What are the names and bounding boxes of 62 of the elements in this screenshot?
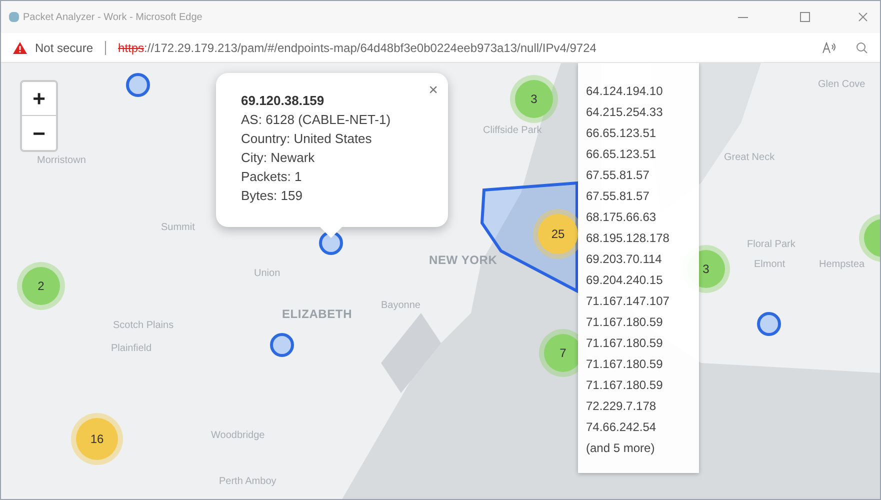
location-marker[interactable] xyxy=(270,333,294,357)
ip-address: 69.204.240.15 xyxy=(586,272,664,289)
popup-line: Packets: 1 xyxy=(241,168,303,186)
place-label: Morristown xyxy=(37,154,86,168)
ip-address: 66.65.123.51 xyxy=(586,146,658,163)
popup-line: AS: 6128 (CABLE-NET-1) xyxy=(241,111,392,129)
location-marker[interactable] xyxy=(757,312,781,336)
window-title: Packet Analyzer - Work - Microsoft Edge xyxy=(23,10,202,24)
close-icon[interactable] xyxy=(858,12,868,22)
popup-line: Bytes: 159 xyxy=(241,187,304,205)
cluster-marker[interactable]: 3 xyxy=(515,80,553,118)
app-icon xyxy=(9,12,19,22)
ip-address: 68.195.128.178 xyxy=(586,230,670,247)
location-marker[interactable] xyxy=(319,231,343,255)
place-label: Hempstea xyxy=(819,258,865,272)
ip-address: 71.167.180.59 xyxy=(586,377,664,394)
zoom-in-button[interactable]: + xyxy=(22,82,56,116)
read-aloud-icon[interactable] xyxy=(822,42,836,54)
close-button[interactable]: × xyxy=(428,79,438,103)
place-label: Bayonne xyxy=(381,299,420,313)
place-label: Plainfield xyxy=(111,342,152,356)
zoom-icon[interactable] xyxy=(856,42,868,54)
place-label: Glen Cove xyxy=(818,78,866,92)
zoom-out-button[interactable]: − xyxy=(22,116,56,150)
place-label: Great Neck xyxy=(724,151,775,165)
place-label: Summit xyxy=(161,221,195,235)
ip-address: 64.215.254.33 xyxy=(586,104,664,121)
ip-address: 68.175.66.63 xyxy=(586,209,658,226)
popup-title: 69.120.38.159 xyxy=(241,92,326,110)
warning-icon xyxy=(13,42,27,54)
ip-address: (and 5 more) xyxy=(586,440,656,457)
place-label: Scotch Plains xyxy=(113,319,174,333)
security-label[interactable]: Not secure xyxy=(35,38,94,56)
ip-address: 71.167.180.59 xyxy=(586,314,664,331)
ip-address: 67.55.81.57 xyxy=(586,167,650,184)
ip-address: 67.55.81.57 xyxy=(586,188,650,205)
cluster-marker[interactable]: 2 xyxy=(22,267,60,305)
ip-address: 72.229.7.178 xyxy=(586,398,658,415)
ip-address: 64.124.194.10 xyxy=(586,83,664,100)
popup-line: Country: United States xyxy=(241,130,373,148)
ip-address: 71.167.180.59 xyxy=(586,356,664,373)
url-text[interactable]: https://172.29.179.213/pam/#/endpoints-map/64d48bf3e0b0224eeb973a13/null/IPv4/9724 xyxy=(118,38,596,56)
ip-address: 74.66.242.54 xyxy=(586,419,658,436)
cluster-marker[interactable]: 16 xyxy=(76,418,118,460)
popup-line: City: Newark xyxy=(241,149,316,167)
place-label: Perth Amboy xyxy=(219,475,276,489)
maximize-icon[interactable] xyxy=(800,12,810,22)
place-label: NEW YORK xyxy=(429,252,498,269)
popup-tail-icon xyxy=(319,226,343,238)
place-label: Union xyxy=(254,267,280,281)
place-label: Floral Park xyxy=(747,238,796,252)
map[interactable] xyxy=(1,63,880,499)
place-label: Elmont xyxy=(754,258,786,272)
minimize-icon[interactable] xyxy=(738,16,748,18)
ip-address: 69.203.70.114 xyxy=(586,251,663,268)
ip-address: 66.65.123.51 xyxy=(586,125,658,142)
place-label: ELIZABETH xyxy=(282,306,352,323)
place-label: Woodbridge xyxy=(211,429,265,443)
location-marker[interactable] xyxy=(126,73,150,97)
ip-address: 71.167.147.107 xyxy=(586,293,670,310)
place-label: Cliffside Park xyxy=(483,124,542,138)
ip-address: 71.167.180.59 xyxy=(586,335,664,352)
